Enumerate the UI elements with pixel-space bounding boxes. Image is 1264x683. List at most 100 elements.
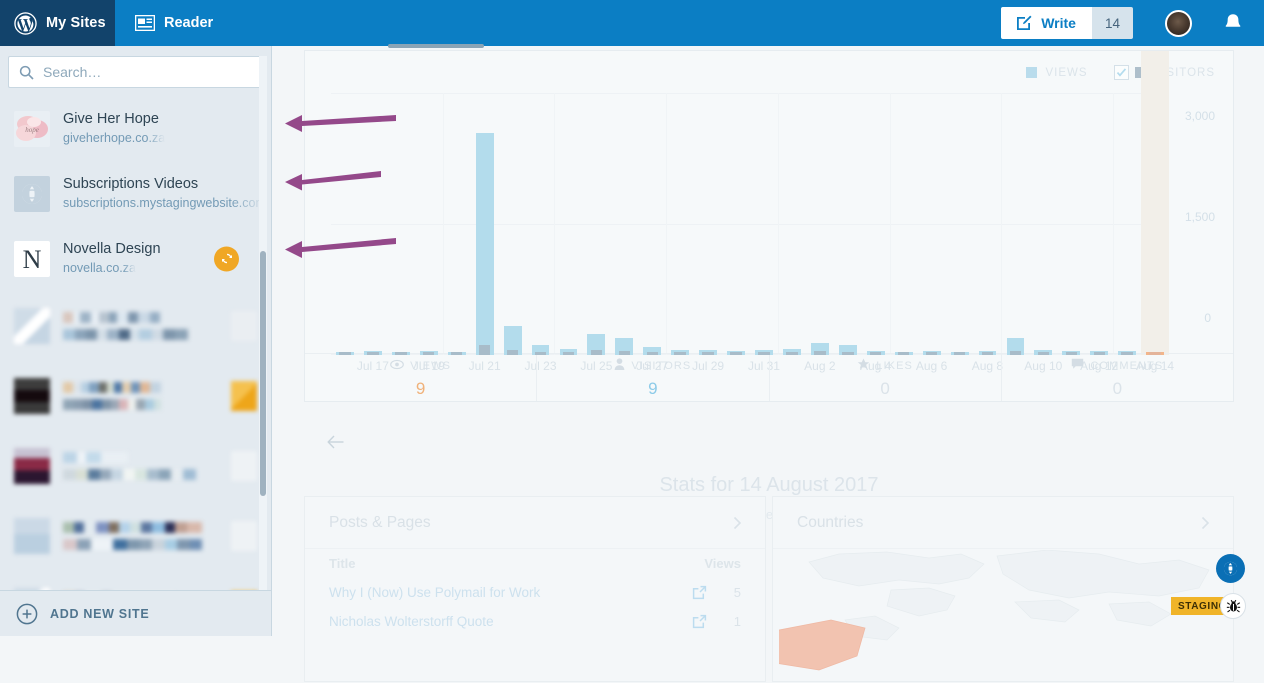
chart-bar-group[interactable]: [1057, 93, 1085, 355]
chart-bar-group[interactable]: [471, 93, 499, 355]
globe-fab-icon[interactable]: [1216, 554, 1245, 583]
list-item[interactable]: [0, 291, 271, 361]
table-row[interactable]: Nicholas Wolterstorff Quote 1: [329, 607, 741, 636]
sidebar-item-site[interactable]: N Novella Design novella.co.za: [0, 226, 271, 291]
chart-bar: [475, 133, 494, 355]
write-button[interactable]: Write: [1001, 7, 1092, 39]
chart-bar-group[interactable]: [443, 93, 471, 355]
chart-bar-group[interactable]: [582, 93, 610, 355]
redacted-text: [63, 312, 218, 340]
search-input[interactable]: [43, 64, 252, 80]
chart-bar-group[interactable]: [387, 93, 415, 355]
active-tab-indicator[interactable]: [388, 44, 484, 48]
notifications-bell-icon[interactable]: [1222, 12, 1244, 34]
chart-bar: [1118, 351, 1137, 355]
stat-label: VISITORS: [631, 359, 692, 372]
panel-header[interactable]: Countries: [773, 497, 1233, 549]
world-map[interactable]: [773, 550, 1233, 683]
chart-bar-group[interactable]: [1085, 93, 1113, 355]
chart-bar-group[interactable]: [694, 93, 722, 355]
write-count-badge[interactable]: 14: [1091, 7, 1133, 39]
chart-bar-visitors: [897, 352, 910, 355]
chart-bar-group[interactable]: [1029, 93, 1057, 355]
chart-bar-group[interactable]: [499, 93, 527, 355]
search-box[interactable]: [8, 56, 263, 88]
sidebar-scrollbar[interactable]: [260, 251, 266, 496]
row-badge: [231, 451, 257, 481]
chart-bar-group[interactable]: [918, 93, 946, 355]
list-item[interactable]: [0, 501, 271, 571]
external-link-icon[interactable]: [692, 614, 707, 629]
bug-icon[interactable]: [1220, 593, 1246, 619]
chart-bar-group[interactable]: [974, 93, 1002, 355]
post-title-link[interactable]: Nicholas Wolterstorff Quote: [329, 614, 494, 629]
my-sites-button[interactable]: My Sites: [0, 0, 115, 46]
stat-cell-likes[interactable]: LIKES 0: [770, 354, 1002, 401]
chart-bar-group[interactable]: [778, 93, 806, 355]
post-views: 1: [733, 614, 741, 629]
site-initial-n-icon: N: [14, 240, 50, 277]
chart-bar-group[interactable]: [610, 93, 638, 355]
sync-icon[interactable]: [214, 246, 239, 271]
chart-bar-visitors: [590, 350, 603, 355]
chart-bar-visitors: [1093, 352, 1105, 355]
reader-button[interactable]: Reader: [115, 0, 231, 46]
stat-cell-visitors[interactable]: VISITORS 9: [537, 354, 770, 401]
chart-bar-group[interactable]: [666, 93, 694, 355]
chart-bar-group[interactable]: [834, 93, 862, 355]
chart-bar: [950, 352, 969, 355]
panel-header[interactable]: Posts & Pages: [305, 497, 765, 549]
legend-checkbox[interactable]: [1113, 65, 1129, 80]
chart-bar-group[interactable]: [331, 93, 359, 355]
site-title: Novella Design: [63, 241, 161, 257]
stat-cell-comments[interactable]: COMMENTS 0: [1002, 354, 1233, 401]
stat-head: VISITORS: [614, 357, 691, 375]
chart-bar-visitors: [1121, 352, 1133, 355]
chart-bar: [978, 351, 997, 355]
list-item[interactable]: [0, 361, 271, 431]
external-link-icon[interactable]: [692, 585, 707, 600]
chart-bar-group[interactable]: [890, 93, 918, 355]
redacted-text: [63, 452, 218, 480]
chart-bar-group[interactable]: [638, 93, 666, 355]
chart-bar: [922, 351, 941, 355]
site-title: Subscriptions Videos: [63, 176, 199, 192]
posts-table: Title Views Why I (Now) Use Polymail for…: [305, 549, 765, 636]
chart-bar-group[interactable]: [359, 93, 387, 355]
chart-bar-visitors: [814, 351, 826, 355]
chart-bar-group[interactable]: [1141, 51, 1170, 355]
chart-bar-group[interactable]: [750, 93, 778, 355]
row-badge: [231, 381, 257, 411]
back-arrow-icon[interactable]: [326, 432, 346, 452]
chart-bar: [336, 352, 354, 355]
chart-bar-group[interactable]: [722, 93, 750, 355]
chevron-right-icon[interactable]: [729, 515, 745, 531]
avatar[interactable]: [1165, 9, 1192, 37]
chart-bar-visitors: [506, 350, 519, 355]
sidebar-item-site[interactable]: Subscriptions Videos subscriptions.mysta…: [0, 161, 271, 226]
chart-bar-group[interactable]: [946, 93, 974, 355]
chart-bar-group[interactable]: [1113, 93, 1141, 355]
chart-bar-group[interactable]: [415, 93, 443, 355]
table-row[interactable]: Why I (Now) Use Polymail for Work 5: [329, 578, 741, 607]
list-item[interactable]: [0, 431, 271, 501]
wordpress-logo-icon: [14, 11, 37, 35]
stat-cell-views[interactable]: VIEWS 9: [305, 354, 538, 401]
pen-icon: [1015, 14, 1033, 32]
legend-item-views[interactable]: VIEWS: [1026, 67, 1087, 79]
chart-bar-visitors: [450, 352, 463, 355]
chart-bar-group[interactable]: [527, 93, 555, 355]
post-title-link[interactable]: Why I (Now) Use Polymail for Work: [329, 585, 540, 600]
stat-value: 0: [880, 378, 890, 398]
add-new-site-label: ADD NEW SITE: [50, 606, 150, 621]
add-new-site-button[interactable]: ADD NEW SITE: [0, 590, 271, 636]
chevron-right-icon[interactable]: [1197, 515, 1213, 531]
stat-value: 9: [415, 378, 426, 398]
chart-bar-group[interactable]: [1002, 93, 1030, 355]
sidebar-item-site[interactable]: hope Give Her Hope giveherhope.co.za: [0, 96, 271, 161]
chart-bar-group[interactable]: [862, 93, 890, 355]
redacted-text: [63, 382, 218, 410]
chart-bar-group[interactable]: [555, 93, 583, 355]
svg-text:hope: hope: [25, 126, 39, 134]
chart-bar-group[interactable]: [806, 93, 834, 355]
